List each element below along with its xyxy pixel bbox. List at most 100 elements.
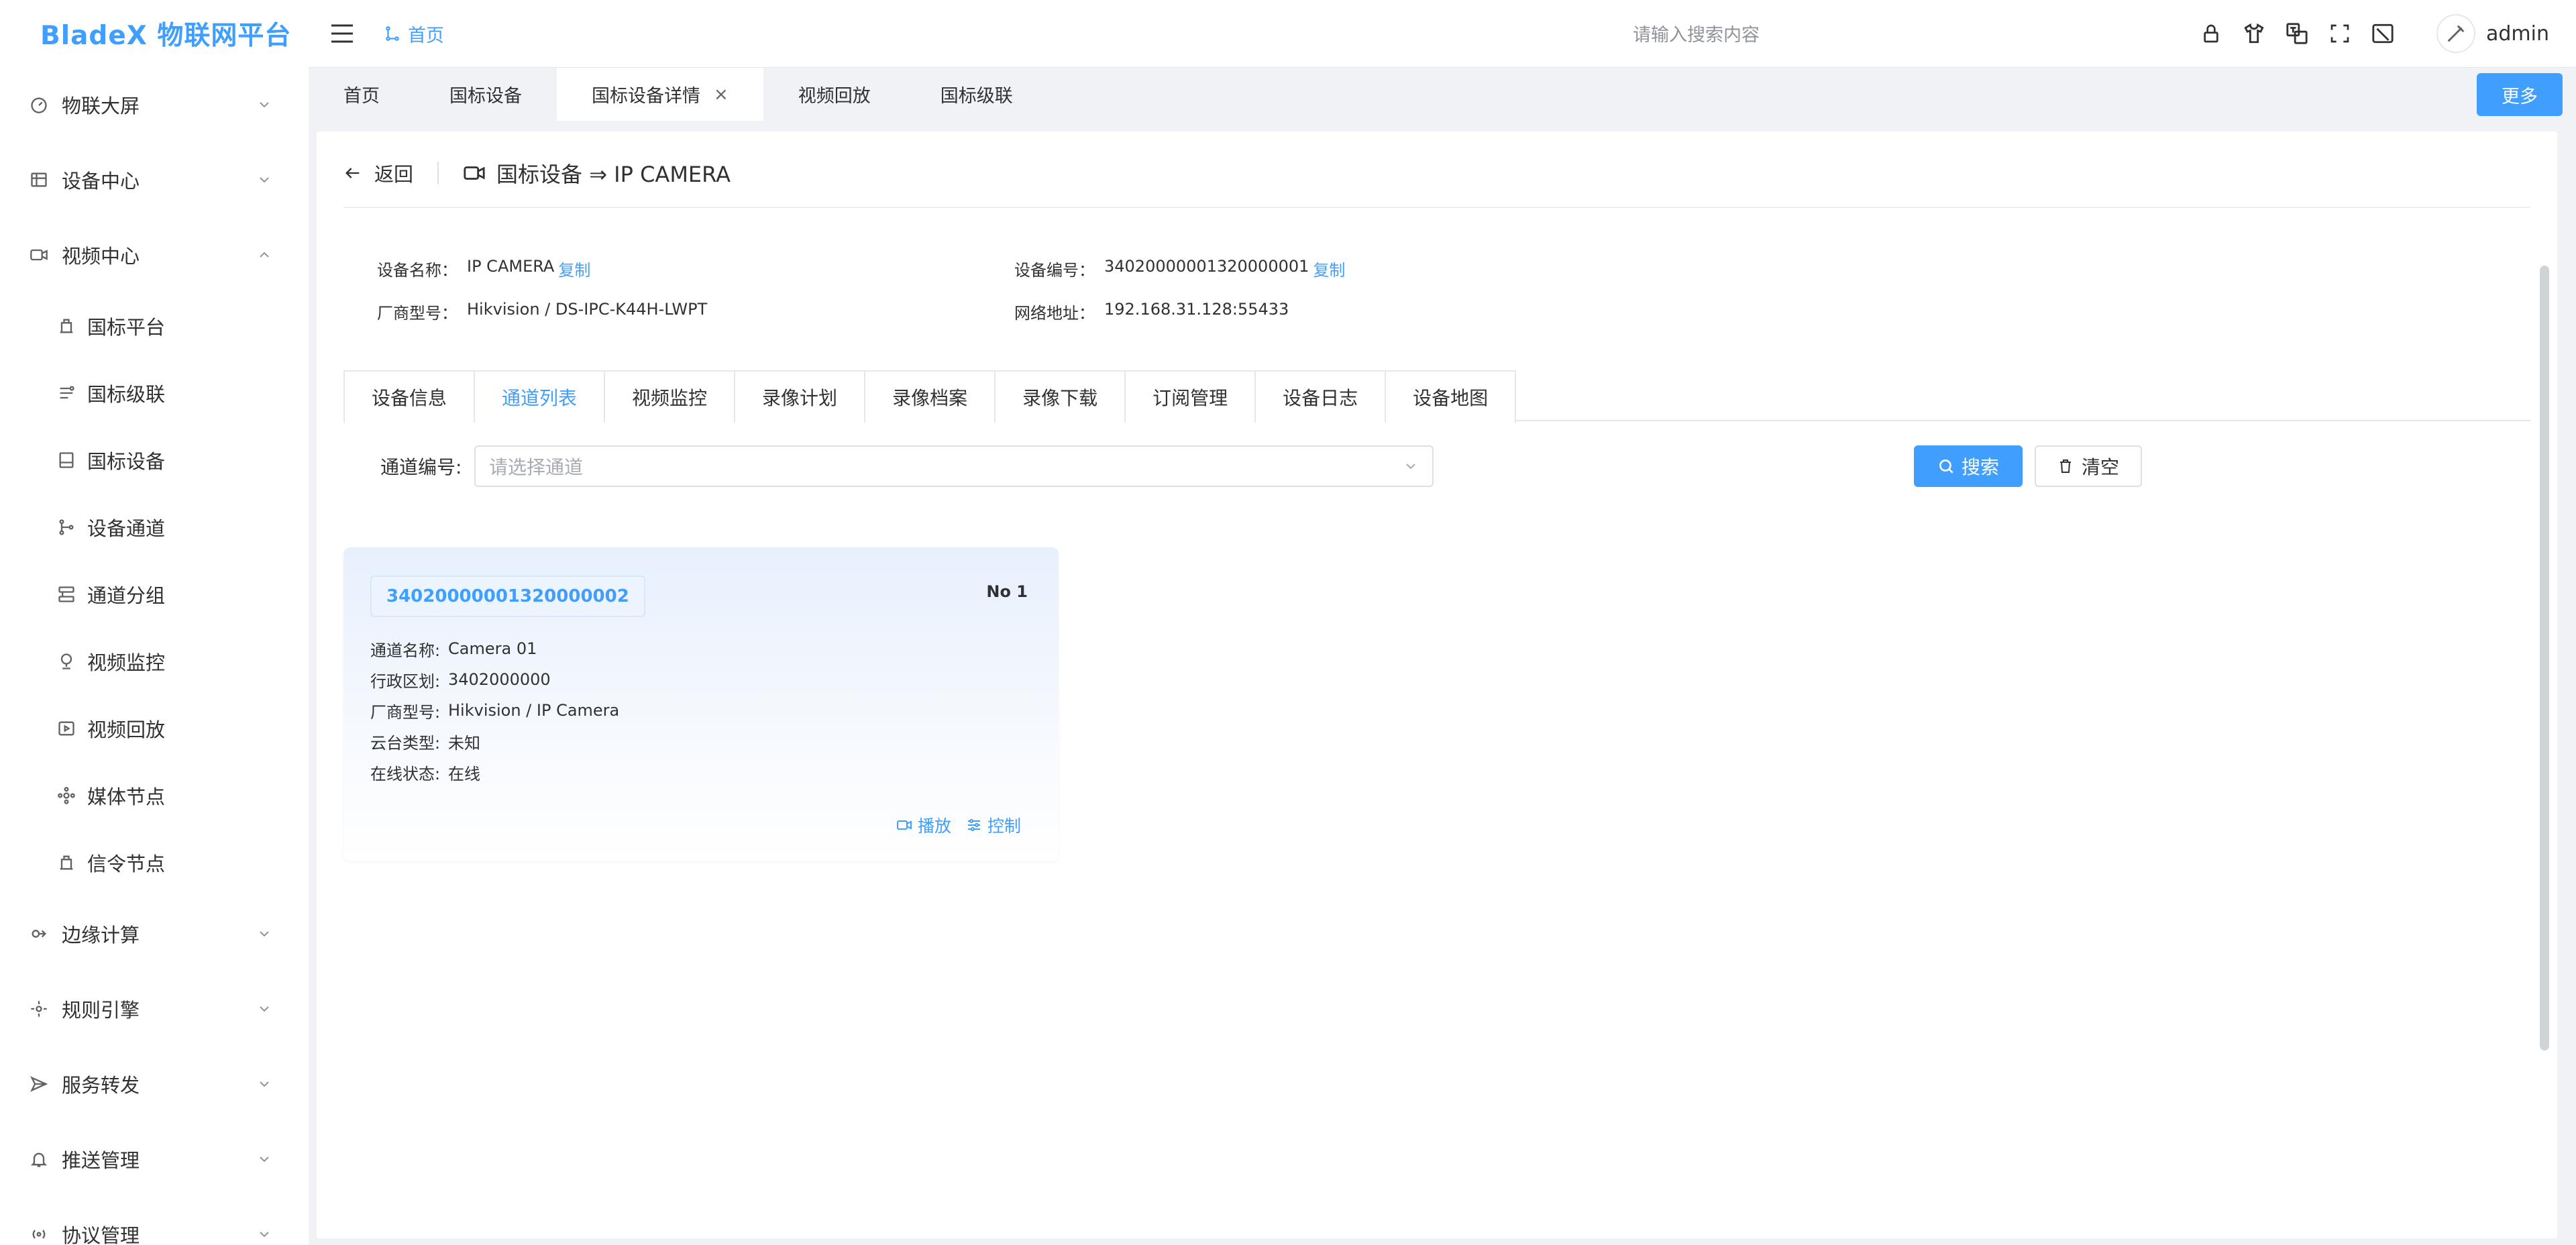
tab-device-log[interactable]: 设备日志 — [1256, 372, 1387, 423]
sidebar-item-label: 服务转发 — [62, 1074, 140, 1097]
tag-home[interactable]: 首页 — [309, 68, 415, 121]
tab-video-monitor[interactable]: 视频监控 — [605, 372, 736, 423]
send-icon — [28, 1073, 50, 1095]
more-button[interactable]: 更多 — [2477, 73, 2563, 116]
sidebar-item-video-center[interactable]: 视频中心 — [0, 217, 309, 292]
menu-toggle-icon[interactable] — [329, 20, 356, 47]
sidebar-item-signal-node[interactable]: 信令节点 — [0, 829, 309, 896]
channel-field-row: 通道名称: Camera 01 — [370, 633, 619, 664]
channel-id-badge[interactable]: 34020000001320000002 — [370, 576, 645, 617]
model-label: 厂商型号： — [377, 303, 458, 323]
sidebar-item-channel-group[interactable]: 通道分组 — [0, 561, 309, 628]
edge-compute-icon — [28, 923, 50, 944]
tab-channel-list[interactable]: 通道列表 — [475, 372, 606, 423]
tags-bar: 首页 国标设备 国标设备详情 × 视频回放 国标级联 更多 — [309, 67, 2576, 121]
tab-device-info[interactable]: 设备信息 — [345, 372, 476, 423]
app-logo[interactable]: BladeX 物联网平台 — [0, 0, 309, 67]
channel-field-row: 在线状态: 在线 — [370, 757, 619, 788]
control-button[interactable]: 控制 — [966, 813, 1021, 837]
search-button-label: 搜索 — [1961, 456, 1999, 478]
sidebar-menu: 物联大屏 设备中心 视频中心 国标平台 国标级联 国标设备 设备通道 通道分组 … — [0, 67, 309, 1245]
channel-card: 34020000001320000002 No 1 通道名称: Camera 0… — [343, 547, 1059, 861]
tab-record-download[interactable]: 录像下载 — [996, 372, 1126, 423]
tag-gb-device[interactable]: 国标设备 — [415, 68, 557, 121]
sidebar-item-protocol-management[interactable]: 协议管理 — [0, 1197, 309, 1245]
copy-device-name-link[interactable]: 复制 — [558, 257, 590, 280]
user-name[interactable]: admin — [2486, 22, 2549, 46]
tab-device-map[interactable]: 设备地图 — [1386, 372, 1515, 423]
tag-video-playback[interactable]: 视频回放 — [763, 68, 906, 121]
sidebar-item-label: 视频回放 — [87, 718, 166, 741]
channel-select[interactable]: 请选择通道 — [474, 445, 1434, 487]
address-label: 网络地址： — [1014, 303, 1095, 323]
field-value: Camera 01 — [448, 639, 537, 658]
field-label: 行政区划: — [370, 671, 441, 691]
play-button[interactable]: 播放 — [896, 813, 951, 837]
close-icon[interactable]: × — [714, 85, 729, 105]
chevron-down-icon — [260, 1232, 269, 1238]
video-camera-icon — [464, 166, 485, 180]
lock-icon[interactable] — [2198, 20, 2224, 47]
field-value: 3402000000 — [448, 670, 551, 689]
platform-icon — [56, 316, 76, 336]
video-camera-icon — [896, 820, 912, 830]
vertical-scrollbar[interactable] — [2540, 266, 2549, 1050]
sidebar-item-video-monitor[interactable]: 视频监控 — [0, 628, 309, 695]
sidebar-item-rules-engine[interactable]: 规则引擎 — [0, 971, 309, 1046]
sidebar-item-media-node[interactable]: 媒体节点 — [0, 762, 309, 829]
sidebar-item-dashboard[interactable]: 物联大屏 — [0, 67, 309, 142]
back-label: 返回 — [374, 163, 414, 186]
tab-subscription[interactable]: 订阅管理 — [1126, 372, 1256, 423]
screen-lock-icon[interactable] — [2369, 20, 2396, 47]
chevron-down-icon — [260, 1156, 269, 1162]
fullscreen-icon[interactable] — [2326, 20, 2353, 47]
sidebar-item-edge-compute[interactable]: 边缘计算 — [0, 896, 309, 971]
page-header: 返回 国标设备 ⇒ IP CAMERA — [343, 160, 2530, 208]
sidebar-item-video-playback[interactable]: 视频回放 — [0, 695, 309, 762]
channel-field-row: 云台类型: 未知 — [370, 726, 619, 757]
address-value: 192.168.31.128:55433 — [1104, 299, 1289, 319]
device-center-icon — [28, 169, 50, 191]
sidebar-item-label: 视频中心 — [62, 245, 140, 268]
tag-label: 国标级联 — [940, 86, 1013, 107]
back-button[interactable]: 返回 — [343, 159, 413, 187]
model-cell: 厂商型号： Hikvision / DS-IPC-K44H-LWPT — [377, 300, 1014, 323]
protocol-icon — [28, 1224, 50, 1245]
sidebar-item-gb-platform[interactable]: 国标平台 — [0, 292, 309, 360]
header-search-input[interactable]: 请输入搜索内容 — [1633, 20, 1760, 46]
sidebar-item-push-management[interactable]: 推送管理 — [0, 1122, 309, 1197]
field-label: 在线状态: — [370, 764, 441, 783]
trash-icon — [2059, 459, 2071, 473]
sidebar-item-device-center[interactable]: 设备中心 — [0, 142, 309, 217]
theme-shirt-icon[interactable] — [2241, 20, 2267, 47]
sidebar-item-label: 物联大屏 — [62, 95, 140, 117]
sidebar-item-gb-device[interactable]: 国标设备 — [0, 427, 309, 494]
sidebar-item-service-forward[interactable]: 服务转发 — [0, 1046, 309, 1122]
address-cell: 网络地址： 192.168.31.128:55433 — [1014, 300, 1652, 323]
tab-record-plan[interactable]: 录像计划 — [735, 372, 866, 423]
breadcrumb[interactable]: 首页 — [384, 21, 444, 47]
page-title: 国标设备 ⇒ IP CAMERA — [463, 158, 731, 188]
monitor-icon — [56, 651, 76, 671]
field-value: Hikvision / IP Camera — [448, 701, 620, 720]
device-name-label: 设备名称： — [377, 260, 458, 280]
search-button[interactable]: 搜索 — [1914, 445, 2023, 487]
sidebar-item-label: 设备通道 — [87, 517, 166, 540]
avatar[interactable] — [2436, 14, 2475, 53]
control-label: 控制 — [987, 816, 1021, 836]
tag-gb-cascade[interactable]: 国标级联 — [906, 68, 1048, 121]
clear-button[interactable]: 清空 — [2035, 445, 2142, 487]
arrow-left-icon — [345, 168, 360, 178]
desc-row: 设备名称： IP CAMERA 复制 设备编号： 340200000013200… — [377, 247, 1652, 290]
device-code-cell: 设备编号： 34020000001320000001 复制 — [1014, 257, 1652, 280]
sidebar-item-gb-cascade[interactable]: 国标级联 — [0, 360, 309, 427]
field-value: 在线 — [448, 764, 480, 783]
copy-device-code-link[interactable]: 复制 — [1313, 257, 1345, 280]
tag-gb-device-detail[interactable]: 国标设备详情 × — [557, 68, 763, 121]
language-icon[interactable] — [2284, 20, 2310, 47]
main-content: 返回 国标设备 ⇒ IP CAMERA 设备名称： IP CAMERA 复制 设… — [317, 131, 2557, 1238]
sidebar-item-device-channel[interactable]: 设备通道 — [0, 494, 309, 561]
tab-record-archive[interactable]: 录像档案 — [865, 372, 996, 423]
group-icon — [56, 584, 76, 604]
chevron-down-icon — [260, 1081, 269, 1087]
